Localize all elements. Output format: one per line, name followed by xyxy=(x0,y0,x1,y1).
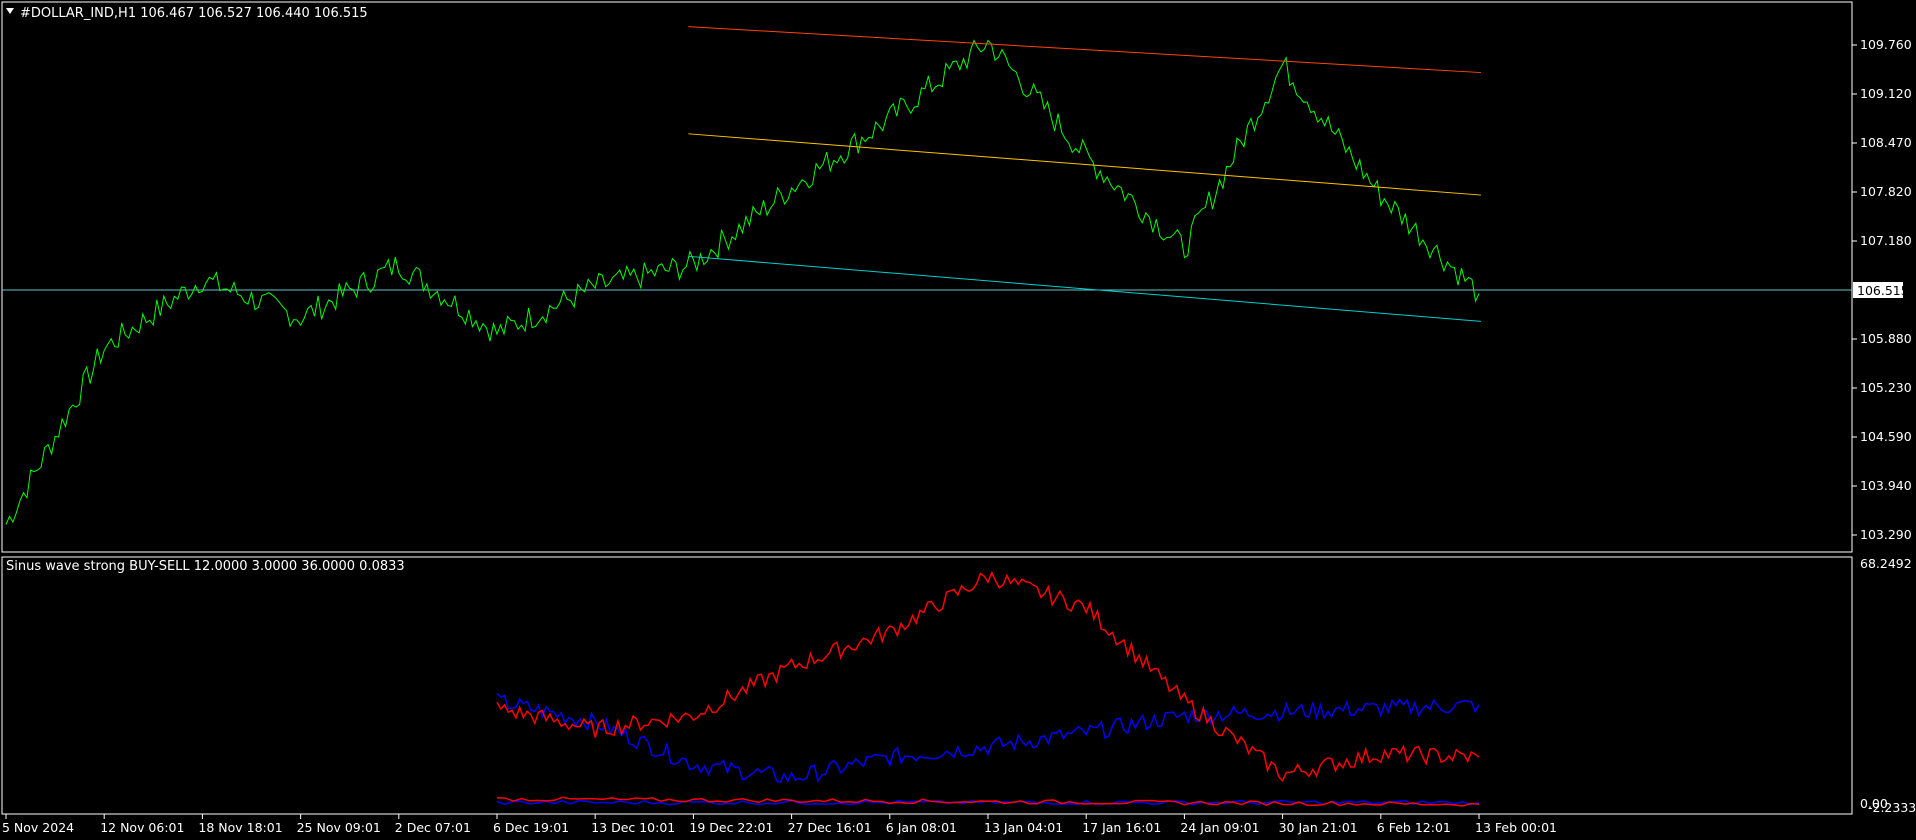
price-tick-label: 104.590 xyxy=(1860,429,1912,444)
time-tick-label: 18 Nov 18:01 xyxy=(198,820,282,835)
time-tick-label: 24 Jan 09:01 xyxy=(1180,820,1259,835)
price-line xyxy=(5,39,1480,525)
price-tick-label: 109.760 xyxy=(1860,37,1912,52)
indicator-axis-top: 68.2492 xyxy=(1860,556,1912,571)
time-tick-label: 27 Dec 16:01 xyxy=(788,820,872,835)
price-tick-label: 109.120 xyxy=(1860,86,1912,101)
indicator-panel-frame xyxy=(1,556,1853,815)
price-tick-label: 108.470 xyxy=(1860,135,1912,150)
price-tick-label: 103.940 xyxy=(1860,478,1912,493)
current-price-label: 106.515 xyxy=(1857,283,1909,298)
middle-channel-line xyxy=(688,133,1482,196)
time-axis: 5 Nov 2024 12 Nov 06:01 18 Nov 18:01 25 Nov… xyxy=(2,814,1557,835)
time-tick-label: 2 Dec 07:01 xyxy=(395,820,471,835)
red-indicator-line xyxy=(496,570,1480,783)
time-tick-label: 6 Feb 12:01 xyxy=(1377,820,1451,835)
blue-indicator-line xyxy=(496,692,1480,784)
time-tick-label: 30 Jan 21:01 xyxy=(1279,820,1358,835)
time-tick-label: 6 Jan 08:01 xyxy=(886,820,957,835)
price-tick-label: 107.180 xyxy=(1860,233,1912,248)
time-tick-label: 13 Jan 04:01 xyxy=(984,820,1063,835)
chart-window[interactable]: #DOLLAR_IND,H1 106.467 106.527 106.440 1… xyxy=(0,0,1916,840)
time-tick-label: 12 Nov 06:01 xyxy=(100,820,184,835)
time-tick-label: 13 Dec 10:01 xyxy=(591,820,675,835)
main-panel-frame xyxy=(1,1,1853,553)
lower-channel-line xyxy=(688,255,1482,322)
price-tick-label: 105.880 xyxy=(1860,331,1912,346)
upper-channel-line xyxy=(688,26,1482,74)
time-tick-label: 13 Feb 00:01 xyxy=(1475,820,1557,835)
time-tick-label: 5 Nov 2024 xyxy=(2,820,74,835)
price-tick-label: 107.820 xyxy=(1860,184,1912,199)
indicator-plot xyxy=(496,570,1480,807)
price-tick-label: 105.230 xyxy=(1860,380,1912,395)
symbol-header: #DOLLAR_IND,H1 106.467 106.527 106.440 1… xyxy=(20,6,368,21)
time-tick-label: 19 Dec 22:01 xyxy=(689,820,773,835)
indicator-axis-bottom: -2.2333 xyxy=(1868,800,1916,815)
dropdown-triangle-icon[interactable] xyxy=(6,8,14,14)
indicator-title: Sinus wave strong BUY-SELL 12.0000 3.000… xyxy=(6,559,405,574)
time-tick-label: 6 Dec 19:01 xyxy=(493,820,569,835)
time-tick-label: 17 Jan 16:01 xyxy=(1082,820,1161,835)
time-tick-label: 25 Nov 09:01 xyxy=(297,820,381,835)
price-tick-label: 103.290 xyxy=(1860,527,1912,542)
price-plot xyxy=(5,26,1482,525)
